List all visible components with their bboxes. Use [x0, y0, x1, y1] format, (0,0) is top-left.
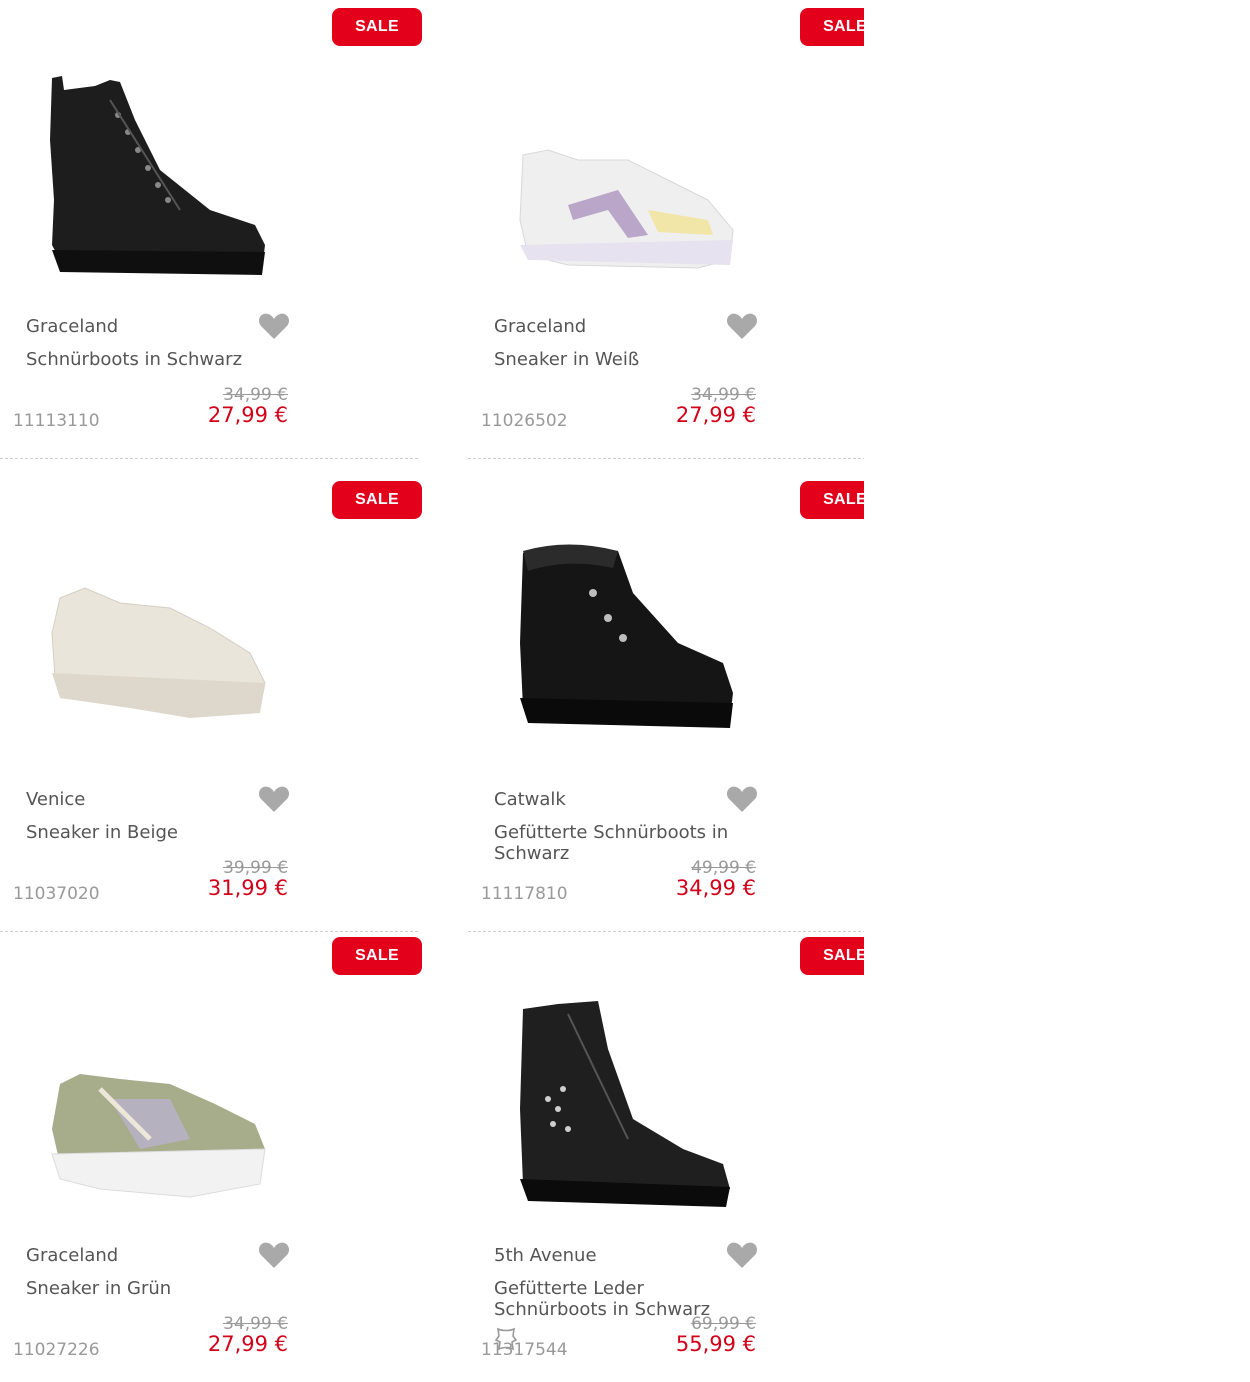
- old-price: 34,99 €: [223, 385, 288, 405]
- sale-price: 27,99 €: [675, 403, 756, 427]
- wishlist-heart-icon[interactable]: [258, 785, 290, 813]
- product-image[interactable]: [40, 60, 280, 290]
- product-brand: Venice: [26, 789, 86, 810]
- product-brand: 5th Avenue: [494, 1245, 597, 1266]
- sale-badge: SALE: [332, 481, 422, 519]
- product-brand: Graceland: [494, 316, 587, 337]
- product-brand: Catwalk: [494, 789, 566, 810]
- old-price: 49,99 €: [691, 858, 756, 878]
- product-name[interactable]: Schnürboots in Schwarz: [26, 349, 266, 370]
- product-brand: Graceland: [26, 316, 119, 337]
- old-price: 69,99 €: [691, 1314, 756, 1334]
- product-image[interactable]: [508, 989, 748, 1219]
- divider: [468, 458, 864, 459]
- sale-badge: SALE: [332, 8, 422, 46]
- product-image[interactable]: [508, 533, 748, 763]
- product-sku: 11027226: [13, 1340, 100, 1360]
- product-card[interactable]: SALE 5th Avenue Gefütterte Leder Schnürb…: [468, 929, 864, 1382]
- sale-badge: SALE: [800, 937, 864, 975]
- sale-price: 27,99 €: [207, 403, 288, 427]
- old-price: 34,99 €: [223, 1314, 288, 1334]
- wishlist-heart-icon[interactable]: [726, 785, 758, 813]
- product-card[interactable]: SALE Catwalk Gefütterte Schnürboots in S…: [468, 473, 864, 933]
- product-card[interactable]: SALE Graceland Sneaker in Weiß 34,99 € 2…: [468, 0, 864, 460]
- product-image[interactable]: [40, 989, 280, 1219]
- product-card[interactable]: SALE Venice Sneaker in Beige 39,99 € 31,…: [0, 473, 422, 933]
- old-price: 39,99 €: [223, 858, 288, 878]
- leather-icon: [494, 1327, 518, 1351]
- divider: [0, 458, 418, 459]
- wishlist-heart-icon[interactable]: [258, 1241, 290, 1269]
- product-image[interactable]: [508, 60, 748, 290]
- product-sku: 11037020: [13, 884, 100, 904]
- wishlist-heart-icon[interactable]: [258, 312, 290, 340]
- product-sku: 11113110: [13, 411, 100, 431]
- product-grid: SALE Graceland Schnürboots in Schwarz 34…: [0, 0, 864, 1382]
- product-name[interactable]: Sneaker in Weiß: [494, 349, 734, 370]
- product-card[interactable]: SALE Graceland Sneaker in Grün 34,99 € 2…: [0, 929, 422, 1382]
- product-sku: 11117810: [481, 884, 568, 904]
- product-name[interactable]: Sneaker in Beige: [26, 822, 266, 843]
- product-brand: Graceland: [26, 1245, 119, 1266]
- sale-badge: SALE: [800, 481, 864, 519]
- wishlist-heart-icon[interactable]: [726, 312, 758, 340]
- old-price: 34,99 €: [691, 385, 756, 405]
- sale-badge: SALE: [800, 8, 864, 46]
- product-sku: 11026502: [481, 411, 568, 431]
- sale-price: 34,99 €: [675, 876, 756, 900]
- product-image[interactable]: [40, 533, 280, 763]
- wishlist-heart-icon[interactable]: [726, 1241, 758, 1269]
- sale-price: 31,99 €: [207, 876, 288, 900]
- sale-price: 55,99 €: [675, 1332, 756, 1356]
- sale-price: 27,99 €: [207, 1332, 288, 1356]
- sale-badge: SALE: [332, 937, 422, 975]
- product-name[interactable]: Sneaker in Grün: [26, 1278, 266, 1299]
- product-card[interactable]: SALE Graceland Schnürboots in Schwarz 34…: [0, 0, 422, 460]
